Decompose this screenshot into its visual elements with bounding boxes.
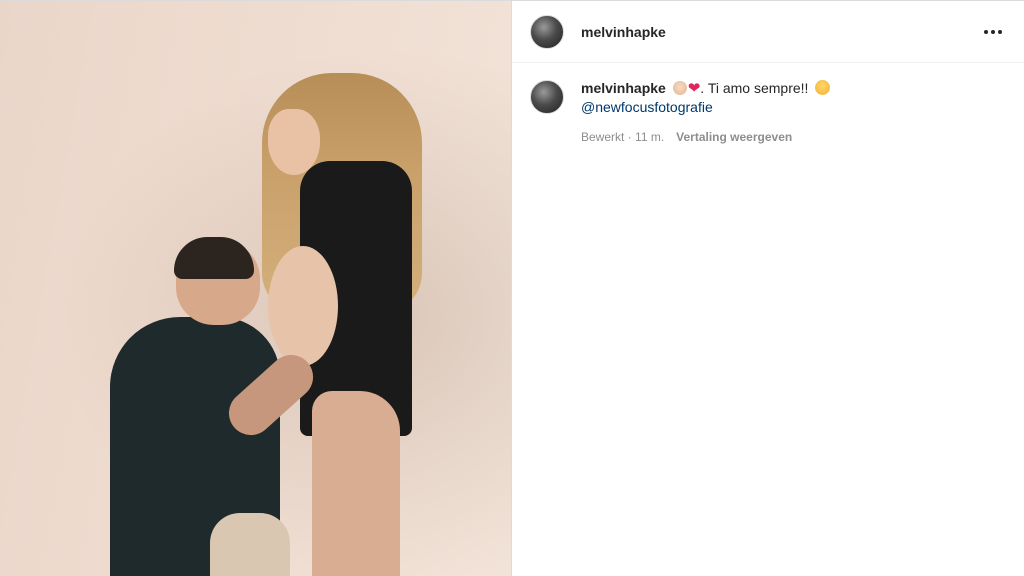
author-avatar[interactable] bbox=[530, 14, 564, 49]
mention-link[interactable]: @newfocusfotografie bbox=[581, 98, 830, 117]
edited-label: Bewerkt bbox=[581, 130, 625, 144]
heart-emoji-icon: ❤ bbox=[687, 79, 701, 97]
caption-meta: Bewerkt · 11 m. Vertaling weergeven bbox=[581, 128, 830, 147]
photo-man-pants bbox=[210, 513, 290, 576]
author-username[interactable]: melvinhapke bbox=[581, 24, 666, 40]
caption-username[interactable]: melvinhapke bbox=[581, 80, 666, 96]
photo-woman-legs bbox=[312, 391, 400, 576]
translate-button[interactable]: Vertaling weergeven bbox=[676, 128, 792, 147]
caption-text: . Ti amo sempre!! bbox=[700, 80, 813, 96]
more-dot bbox=[991, 29, 995, 34]
meta-separator: · bbox=[624, 130, 636, 144]
photo-woman-belly bbox=[268, 246, 338, 366]
post-photo[interactable] bbox=[0, 1, 512, 576]
more-dot bbox=[984, 29, 988, 34]
more-dot bbox=[998, 29, 1002, 34]
post-header: melvinhapke bbox=[512, 1, 1024, 63]
instagram-post: melvinhapke melvinhapke ❤. Ti amo sempre… bbox=[0, 0, 1024, 576]
caption-avatar[interactable] bbox=[530, 80, 564, 114]
post-time[interactable]: 11 m. bbox=[635, 128, 664, 147]
caption-line: melvinhapke ❤. Ti amo sempre!! bbox=[581, 79, 831, 98]
photo-woman-face bbox=[268, 109, 320, 175]
smiling-face-with-hearts-emoji-icon bbox=[815, 80, 831, 95]
more-options-icon[interactable] bbox=[980, 24, 1006, 40]
post-side-panel: melvinhapke melvinhapke ❤. Ti amo sempre… bbox=[512, 1, 1024, 576]
caption-comment: melvinhapke ❤. Ti amo sempre!! @newfocus… bbox=[512, 63, 1024, 147]
baby-emoji-icon bbox=[672, 81, 687, 95]
caption-body: melvinhapke ❤. Ti amo sempre!! @newfocus… bbox=[581, 79, 831, 147]
